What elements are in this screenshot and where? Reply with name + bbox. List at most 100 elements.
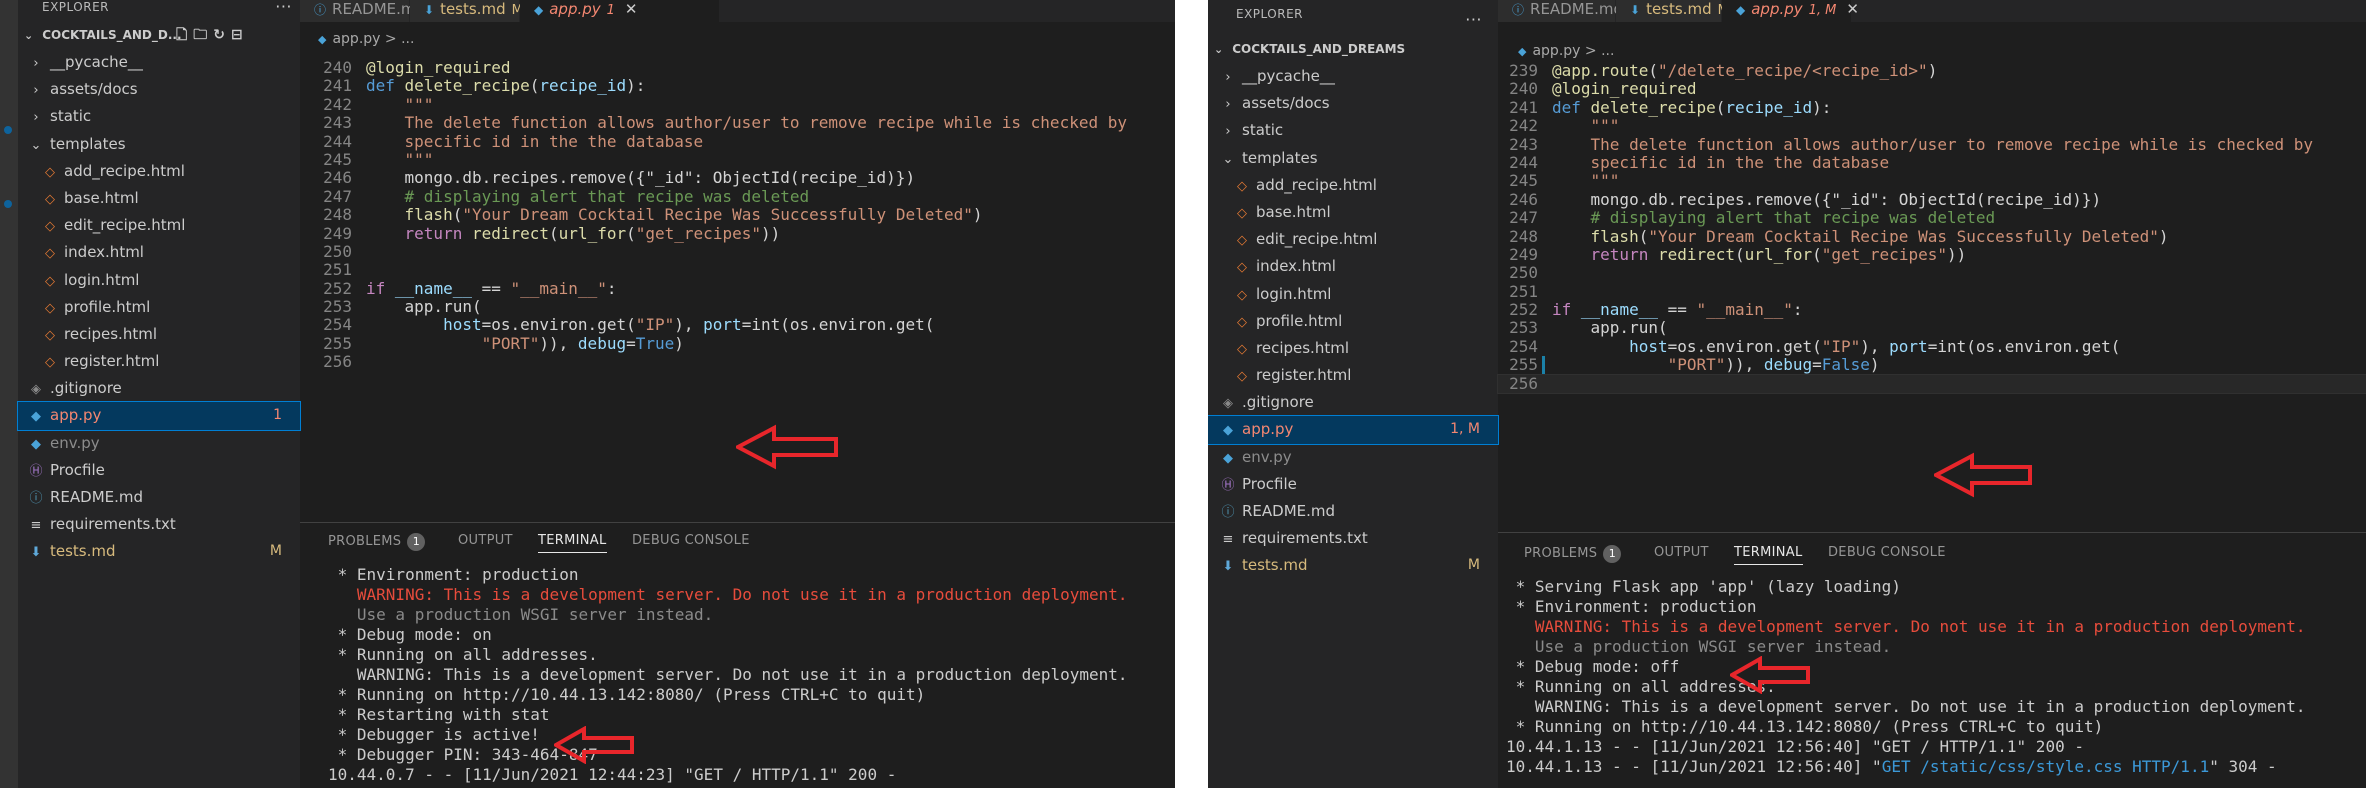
editor-tab[interactable]: ⓘ README.md	[1498, 0, 1623, 22]
project-folder-header[interactable]: ⌄ COCKTAILS_AND_D... 🗋🗀↻⊟	[18, 22, 300, 49]
tree-file[interactable]: ◇ index.html	[1208, 253, 1498, 280]
tree-file[interactable]: ◇ base.html	[1208, 199, 1498, 226]
tree-folder[interactable]: › __pycache__	[18, 49, 300, 76]
code-line[interactable]: 247 # displaying alert that recipe was d…	[1498, 208, 2366, 227]
code-line[interactable]: 239 @app.route("/delete_recipe/<recipe_id…	[1498, 61, 2366, 80]
code-line[interactable]: 251	[312, 260, 1175, 279]
new-file-icon[interactable]: 🗋	[176, 27, 193, 43]
code-line[interactable]: 256	[1497, 373, 2366, 395]
tree-folder[interactable]: › assets/docs	[1208, 90, 1498, 117]
tab-output[interactable]: OUTPUT	[1654, 545, 1709, 560]
new-folder-icon[interactable]: 🗀	[193, 27, 213, 43]
code-line[interactable]: 252 if __name__ == "__main__":	[1498, 300, 2366, 319]
tree-file[interactable]: ◆ app.py 1, M	[1208, 415, 1499, 445]
tree-file[interactable]: ◇ edit_recipe.html	[1208, 226, 1498, 253]
tree-file[interactable]: ⓘ README.md	[1208, 498, 1498, 525]
code-line[interactable]: 246 mongo.db.recipes.remove({"_id": Obje…	[1498, 190, 2366, 209]
tree-file[interactable]: ◇ register.html	[1208, 362, 1498, 389]
tree-file[interactable]: ◈ .gitignore	[1208, 389, 1498, 416]
tree-file[interactable]: ◇ register.html	[18, 348, 300, 375]
code-line[interactable]: 248 flash("Your Dream Cocktail Recipe Wa…	[312, 205, 1175, 224]
tree-file[interactable]: ◇ edit_recipe.html	[18, 212, 300, 239]
code-line[interactable]: 241 def delete_recipe(recipe_id):	[1498, 98, 2366, 117]
tree-file[interactable]: ⓘ README.md	[18, 484, 300, 511]
code-line[interactable]: 252 if __name__ == "__main__":	[312, 279, 1175, 298]
code-line[interactable]: 253 app.run(	[312, 297, 1175, 316]
tree-file[interactable]: ◇ profile.html	[1208, 308, 1498, 335]
tab-terminal[interactable]: TERMINAL	[538, 533, 607, 553]
code-line[interactable]: 240 @login_required	[1498, 79, 2366, 98]
tab-terminal[interactable]: TERMINAL	[1734, 545, 1803, 565]
code-line[interactable]: 244 specific id in the the database	[312, 132, 1175, 151]
code-line[interactable]: 241 def delete_recipe(recipe_id):	[312, 76, 1175, 95]
terminal-output[interactable]: * Environment: production WARNING: This …	[300, 559, 1175, 785]
tree-file[interactable]: ◇ add_recipe.html	[18, 158, 300, 185]
tab-problems[interactable]: PROBLEMS 1	[1524, 545, 1622, 563]
code-editor[interactable]: 240 @login_required 241 def delete_recipe(r…	[312, 58, 1175, 372]
tab-debug-console[interactable]: DEBUG CONSOLE	[632, 533, 750, 548]
tree-file[interactable]: ◇ recipes.html	[18, 321, 300, 348]
tree-file[interactable]: ◆ env.py	[1208, 444, 1498, 471]
editor-tab[interactable]: ◆ app.py 1 ✕	[520, 0, 720, 22]
code-line[interactable]: 253 app.run(	[1498, 319, 2366, 338]
code-line[interactable]: 256	[312, 352, 1175, 371]
editor-tab[interactable]: ⬇tests.mdM	[1616, 0, 1729, 22]
tree-folder[interactable]: › assets/docs	[18, 76, 300, 103]
code-line[interactable]: 242 """	[312, 95, 1175, 114]
code-line[interactable]: 243 The delete function allows author/us…	[312, 113, 1175, 132]
terminal-output[interactable]: * Serving Flask app 'app' (lazy loading)…	[1498, 573, 2366, 777]
code-line[interactable]: 249 return redirect(url_for("get_recipes…	[1498, 245, 2366, 264]
code-line[interactable]: 240 @login_required	[312, 58, 1175, 77]
editor-tab[interactable]: ⬇tests.mdM	[410, 0, 523, 22]
code-line[interactable]: 248 flash("Your Dream Cocktail Recipe Wa…	[1498, 227, 2366, 246]
close-tab-icon[interactable]: ✕	[1846, 0, 1859, 18]
tree-file[interactable]: ◇ profile.html	[18, 294, 300, 321]
tab-output[interactable]: OUTPUT	[458, 533, 513, 548]
tree-folder[interactable]: ⌄ templates	[1208, 145, 1498, 172]
tree-file[interactable]: ◈ .gitignore	[18, 375, 300, 402]
tree-file[interactable]: ⬇ tests.md M	[18, 538, 300, 565]
tree-file[interactable]: ◇ login.html	[1208, 281, 1498, 308]
tree-file[interactable]: Ⓗ Procfile	[18, 457, 300, 484]
refresh-icon[interactable]: ↻	[213, 27, 231, 43]
code-line[interactable]: 247 # displaying alert that recipe was d…	[312, 187, 1175, 206]
tab-debug-console[interactable]: DEBUG CONSOLE	[1828, 545, 1946, 560]
code-line[interactable]: 246 mongo.db.recipes.remove({"_id": Obje…	[312, 168, 1175, 187]
code-line[interactable]: 255 "PORT")), debug=False)	[1498, 355, 2366, 376]
code-line[interactable]: 250	[1498, 263, 2366, 282]
tree-folder[interactable]: › static	[1208, 117, 1498, 144]
tree-folder[interactable]: › static	[18, 103, 300, 130]
code-line[interactable]: 251	[1498, 282, 2366, 301]
code-editor[interactable]: 239 @app.route("/delete_recipe/<recipe_id…	[1497, 61, 2366, 395]
collapse-all-icon[interactable]: ⊟	[231, 27, 249, 43]
tab-problems[interactable]: PROBLEMS 1	[328, 533, 426, 551]
tree-file[interactable]: ◆ app.py 1	[17, 401, 301, 431]
project-folder-header[interactable]: ⌄ COCKTAILS_AND_DREAMS	[1208, 36, 1498, 63]
more-actions-icon[interactable]: ···	[1465, 6, 1482, 34]
code-line[interactable]: 255 "PORT")), debug=True)	[312, 334, 1175, 353]
tree-file[interactable]: ◇ add_recipe.html	[1208, 172, 1498, 199]
tree-file[interactable]: ◆ env.py	[18, 430, 300, 457]
tree-file[interactable]: ◇ login.html	[18, 267, 300, 294]
code-line[interactable]: 243 The delete function allows author/us…	[1498, 135, 2366, 154]
editor-tab[interactable]: ⓘ README.md	[300, 0, 425, 22]
tree-file[interactable]: ◇ base.html	[18, 185, 300, 212]
tree-file[interactable]: ≡ requirements.txt	[18, 511, 300, 538]
code-line[interactable]: 242 """	[1498, 116, 2366, 135]
code-line[interactable]: 249 return redirect(url_for("get_recipes…	[312, 224, 1175, 243]
code-line[interactable]: 245 """	[312, 150, 1175, 169]
close-tab-icon[interactable]: ✕	[625, 0, 638, 18]
code-line[interactable]: 245 """	[1498, 171, 2366, 190]
breadcrumb[interactable]: ◆ app.py > ...	[318, 28, 414, 50]
breadcrumb[interactable]: ◆ app.py > ...	[1518, 40, 1614, 62]
tree-folder[interactable]: › __pycache__	[1208, 63, 1498, 90]
tree-file[interactable]: ⬇ tests.md M	[1208, 552, 1498, 579]
more-actions-icon[interactable]: ···	[275, 0, 292, 15]
tree-file[interactable]: ≡ requirements.txt	[1208, 525, 1498, 552]
tree-file[interactable]: ◇ recipes.html	[1208, 335, 1498, 362]
tree-folder[interactable]: ⌄ templates	[18, 131, 300, 158]
tree-file[interactable]: ◇ index.html	[18, 239, 300, 266]
editor-tab[interactable]: ◆ app.py 1, M ✕	[1722, 0, 1859, 22]
code-line[interactable]: 254 host=os.environ.get("IP"), port=int(…	[312, 316, 1175, 335]
code-line[interactable]: 244 specific id in the the database	[1498, 153, 2366, 172]
